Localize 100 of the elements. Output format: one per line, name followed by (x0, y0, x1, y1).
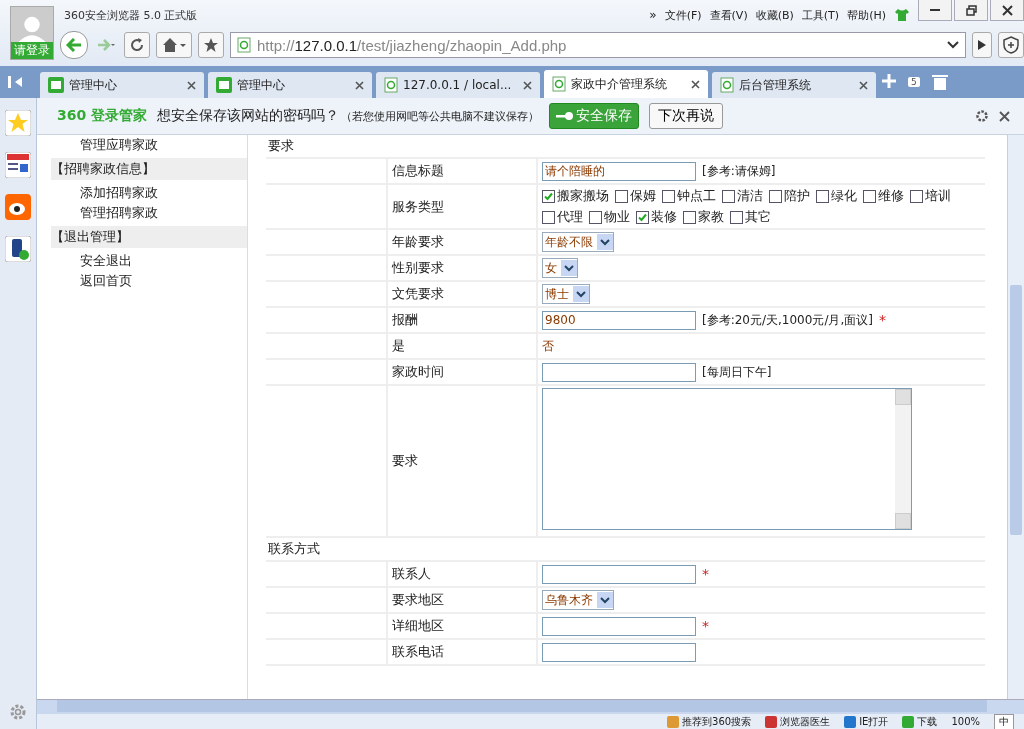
shield-button[interactable] (998, 32, 1024, 58)
phone-icon[interactable] (5, 236, 31, 262)
field-label: 要求 (388, 386, 538, 536)
page-icon (720, 77, 734, 93)
checkbox-option[interactable]: 钟点工 (662, 187, 716, 205)
logo-icon (216, 77, 232, 93)
checkbox-option[interactable]: 陪护 (769, 187, 810, 205)
close-icon[interactable] (187, 80, 196, 90)
nav-link[interactable]: 添加招聘家政 (51, 183, 247, 203)
password-prompt: 想安全保存该网站的密码吗？ (157, 107, 340, 125)
vertical-scrollbar[interactable] (1007, 135, 1024, 699)
close-icon[interactable] (691, 79, 700, 89)
text-field[interactable] (542, 564, 696, 584)
field-label: 性别要求 (388, 256, 538, 280)
dropdown-field[interactable]: 女 (542, 258, 578, 278)
trash-icon[interactable] (931, 73, 948, 91)
checkbox[interactable] (769, 189, 782, 203)
field-label: 文凭要求 (388, 282, 538, 306)
text-field[interactable] (542, 642, 696, 662)
menu-item[interactable]: 工具(T) (801, 7, 840, 23)
checkbox-option[interactable]: 代理 (542, 208, 583, 226)
browser-tab[interactable]: 管理中心 (208, 72, 372, 98)
checkbox[interactable] (863, 189, 876, 203)
close-button[interactable] (990, 0, 1024, 21)
plus-icon (882, 73, 896, 88)
browser-tab[interactable]: 127.0.0.1 / local... (376, 72, 540, 98)
textarea-field[interactable] (542, 388, 912, 530)
address-field[interactable]: http://127.0.0.1/test/jiazheng/zhaopin_Add.php (230, 32, 966, 58)
checkbox[interactable] (589, 210, 602, 224)
checkbox-option[interactable]: 维修 (863, 187, 904, 205)
restore-button[interactable] (954, 0, 988, 21)
back-button[interactable] (60, 31, 88, 59)
status-item[interactable]: 浏览器医生 (765, 714, 831, 729)
text-field[interactable]: 9800 (542, 310, 696, 330)
checkbox-option[interactable]: 保姆 (615, 187, 656, 205)
checkbox[interactable] (542, 210, 555, 224)
text-field[interactable] (542, 616, 696, 636)
url-text: http://127.0.0.1/test/jiazheng/zhaopin_Add.php (257, 36, 567, 54)
browser-tab[interactable]: 后台管理系统 (712, 72, 876, 98)
more-menu-button[interactable]: » (649, 8, 657, 22)
horizontal-scrollbar[interactable] (37, 699, 1024, 714)
favorite-button[interactable] (198, 32, 224, 58)
nav-link[interactable]: 管理招聘家政 (51, 203, 247, 223)
checkbox-option[interactable]: 物业 (589, 208, 630, 226)
settings-icon[interactable] (975, 109, 989, 123)
checkbox[interactable] (910, 189, 923, 203)
tab-count-badge[interactable]: 5 (908, 77, 920, 87)
nav-link[interactable]: 安全退出 (51, 251, 247, 271)
checkbox[interactable] (683, 210, 696, 224)
text-field[interactable]: 请个陪睡的 (542, 161, 696, 181)
nav-link[interactable]: 返回首页 (51, 271, 247, 291)
refresh-button[interactable] (124, 32, 150, 58)
go-button[interactable] (972, 32, 992, 58)
required-mark: * (702, 566, 709, 582)
brand-logo: 360 登录管家 (57, 107, 148, 125)
zoom-level[interactable]: 100% (951, 716, 980, 727)
checkbox[interactable] (636, 210, 649, 224)
checkbox[interactable] (542, 189, 555, 203)
not-now-button[interactable]: 下次再说 (649, 103, 724, 129)
close-icon[interactable] (859, 80, 868, 90)
star-icon[interactable] (5, 110, 31, 136)
checkbox-option[interactable]: 清洁 (722, 187, 763, 205)
dropdown-caret-icon[interactable] (947, 41, 959, 49)
home-button[interactable] (156, 32, 192, 58)
refresh-icon (129, 37, 145, 53)
close-icon[interactable] (523, 80, 532, 90)
browser-tab[interactable]: 家政中介管理系统 (544, 70, 708, 98)
browser-tab[interactable]: 管理中心 (40, 72, 204, 98)
menu-item[interactable]: 查看(V) (709, 7, 748, 23)
status-item[interactable]: 推荐到360搜索 (667, 714, 752, 729)
checkbox[interactable] (816, 189, 829, 203)
ime-indicator[interactable]: 中 (994, 714, 1014, 729)
dropdown-field[interactable]: 乌鲁木齐 (542, 590, 614, 610)
status-item[interactable]: IE打开 (844, 714, 889, 729)
checkbox-option[interactable]: 装修 (636, 208, 677, 226)
checkbox[interactable] (722, 189, 735, 203)
shield-icon (1003, 36, 1019, 54)
menu-item[interactable]: 帮助(H) (847, 7, 886, 23)
nav-link[interactable]: 管理应聘家政 (51, 135, 247, 155)
checkbox-option[interactable]: 搬家搬场 (542, 187, 609, 205)
close-icon[interactable] (355, 80, 364, 90)
checkbox-option[interactable]: 绿化 (816, 187, 857, 205)
new-tab-button[interactable] (882, 73, 896, 91)
text-field[interactable] (542, 362, 696, 382)
home-icon (162, 37, 186, 53)
dropdown-field[interactable]: 博士 (542, 284, 590, 304)
checkbox-option[interactable]: 家教 (683, 208, 724, 226)
minimize-button[interactable] (918, 0, 952, 21)
menu-item[interactable]: 文件(F) (664, 7, 702, 23)
news-icon[interactable] (5, 152, 31, 178)
dropdown-field[interactable]: 年龄不限 (542, 232, 614, 252)
menu-item[interactable]: 收藏(B) (755, 7, 794, 23)
status-item[interactable]: 下载 (902, 714, 938, 729)
checkbox[interactable] (662, 189, 675, 203)
checkbox-option[interactable]: 培训 (910, 187, 951, 205)
checkbox[interactable] (730, 210, 743, 224)
checkbox[interactable] (615, 189, 628, 203)
close-icon[interactable] (999, 110, 1010, 122)
shirt-icon[interactable] (894, 8, 910, 22)
checkbox-option[interactable]: 其它 (730, 208, 771, 226)
